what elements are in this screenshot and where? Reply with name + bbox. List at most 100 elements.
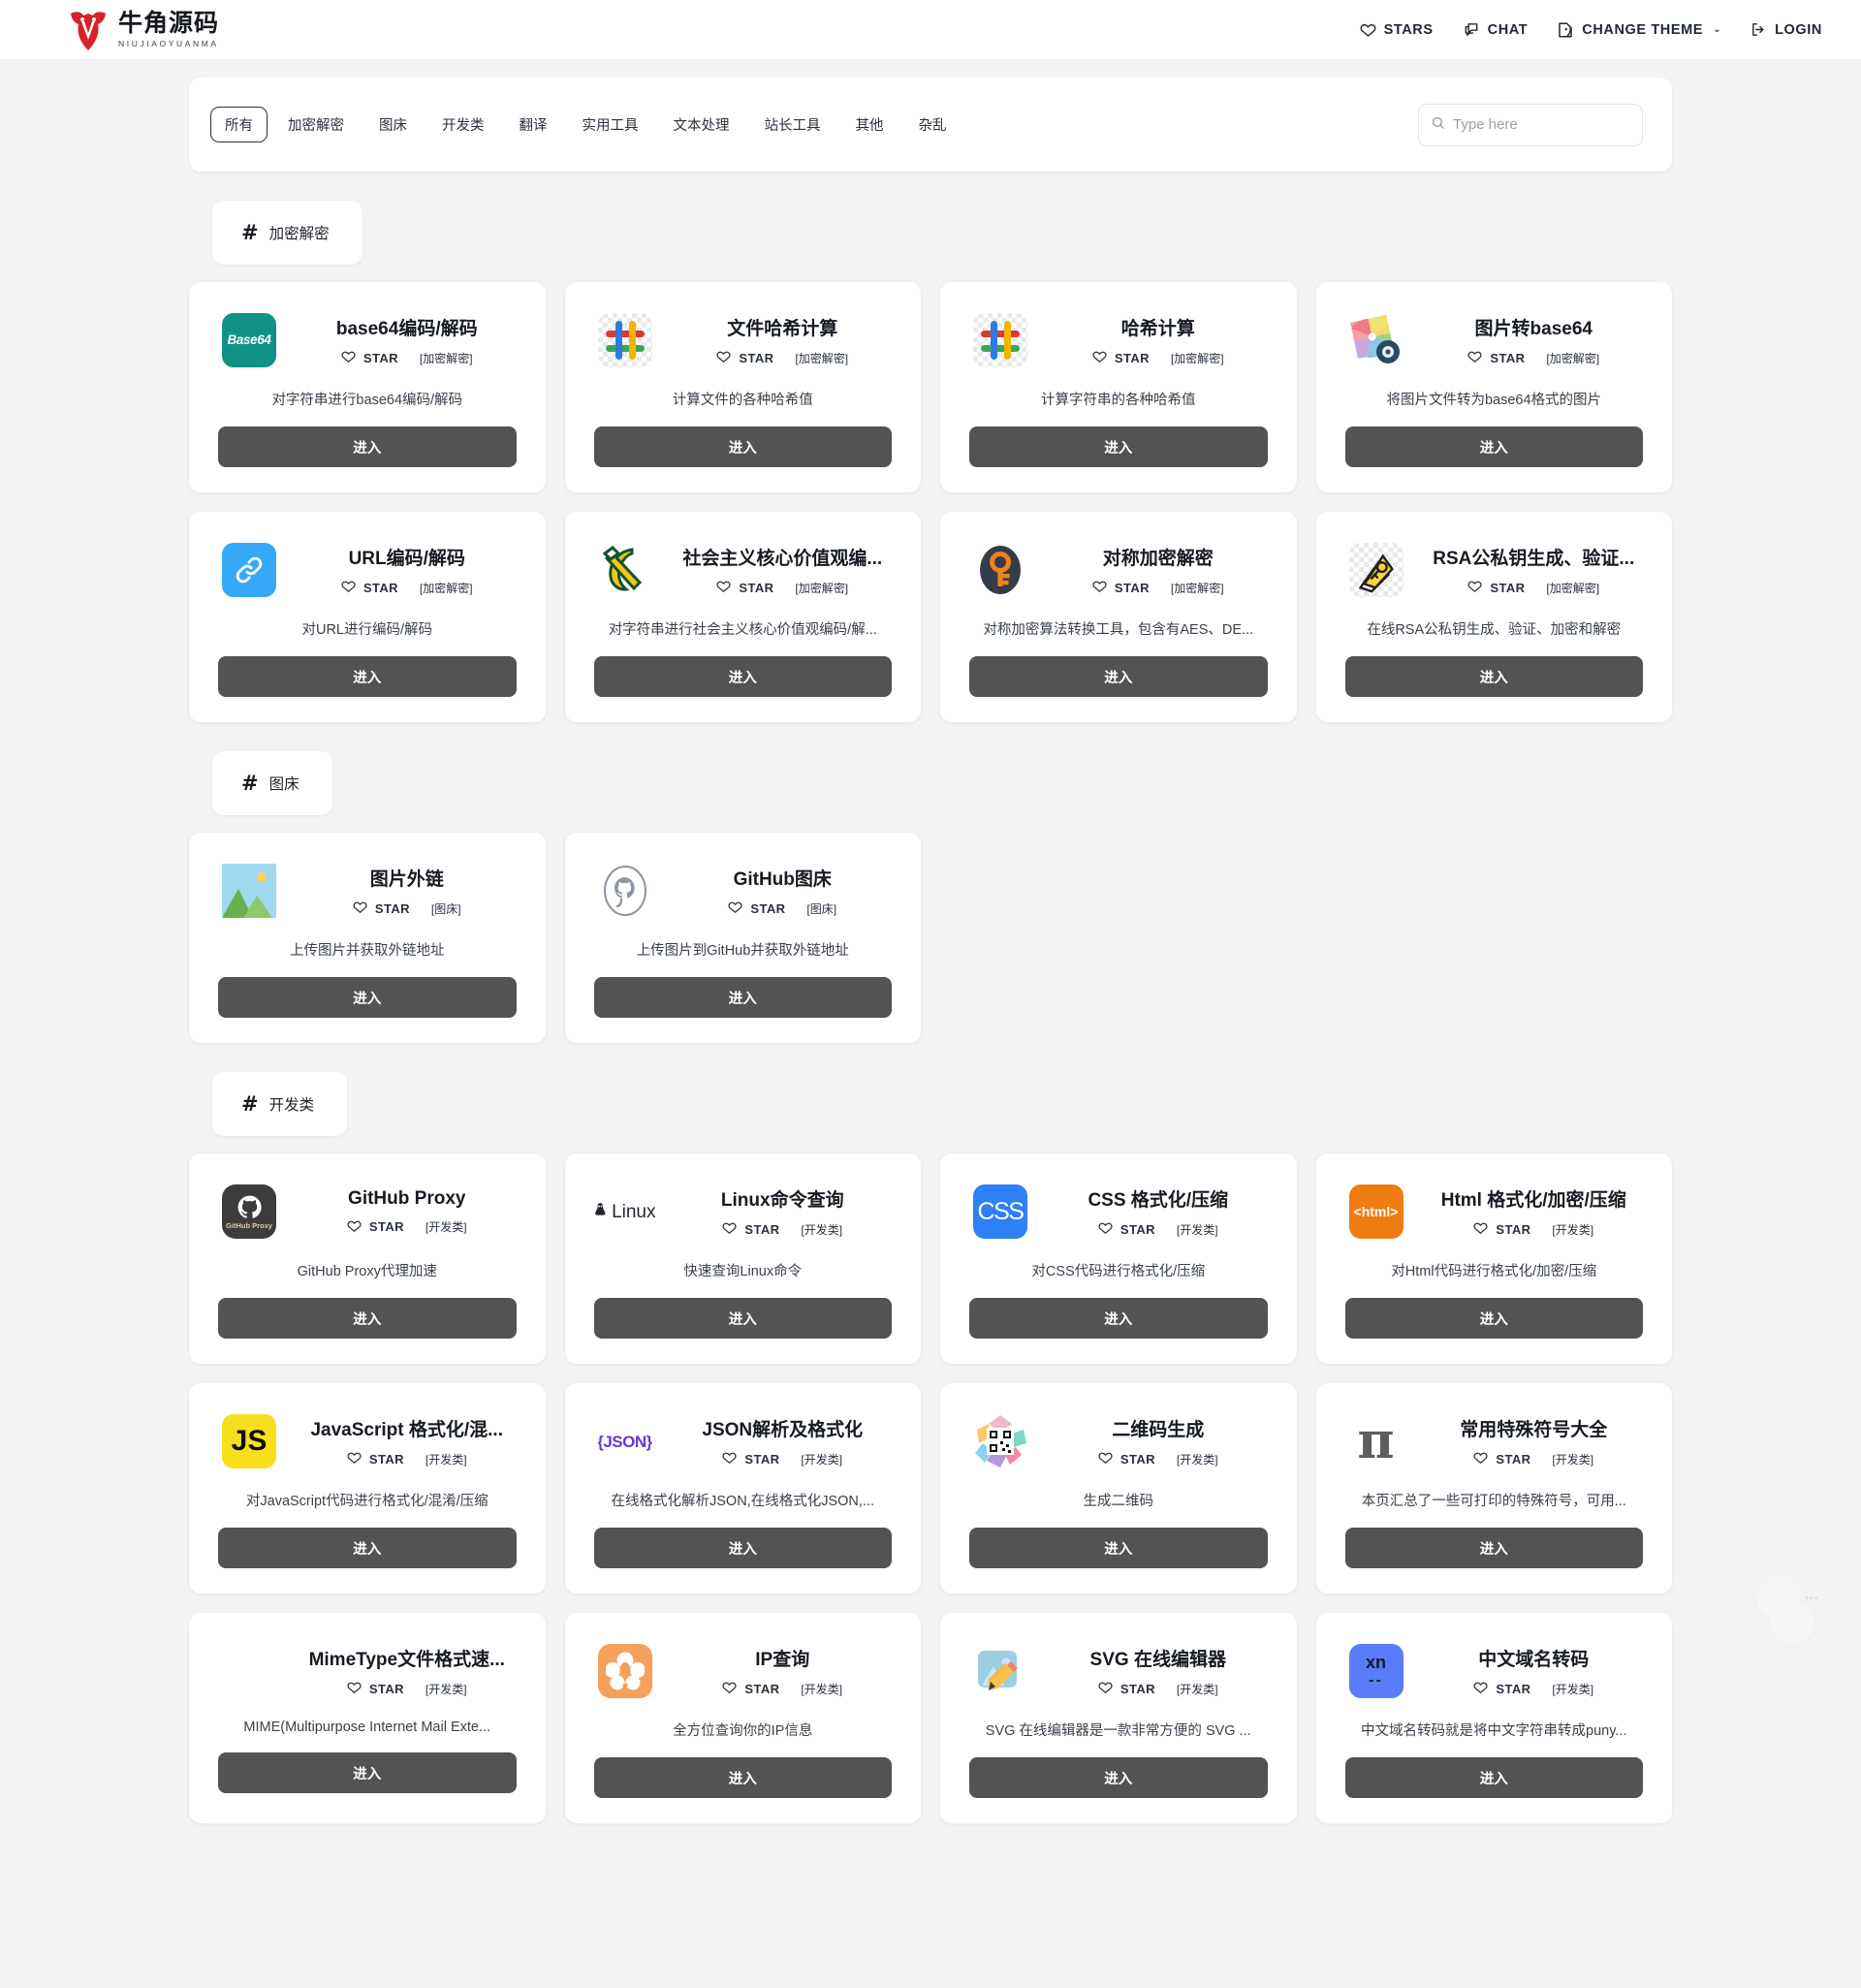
enter-button[interactable]: 进入 <box>969 1298 1268 1339</box>
star-label[interactable]: STAR <box>369 1219 404 1234</box>
star-label[interactable]: STAR <box>1115 351 1150 365</box>
tool-card[interactable]: 文件哈希计算 STAR [加密解密] 计算文件的各种哈希值 进入 <box>564 282 921 492</box>
enter-button[interactable]: 进入 <box>218 426 517 467</box>
tool-card[interactable]: GitHub图床 STAR [图床] 上传图片到GitHub并获取外链地址 进入 <box>564 833 921 1043</box>
heart-outline-icon[interactable] <box>1473 1680 1488 1697</box>
category-tab-6[interactable]: 文本处理 <box>659 107 744 142</box>
star-label[interactable]: STAR <box>1496 1222 1530 1237</box>
tool-card[interactable]: xn -- 中文域名转码 STAR [开发类] 中文域名转码就是将中文字符串转成puny.… <box>1315 1613 1672 1823</box>
category-tab-1[interactable]: 加密解密 <box>273 107 359 142</box>
star-label[interactable]: STAR <box>1490 351 1525 365</box>
tool-card[interactable]: 二维码生成 STAR [开发类] 生成二维码 进入 <box>940 1383 1297 1594</box>
enter-button[interactable]: 进入 <box>593 426 892 467</box>
heart-outline-icon[interactable] <box>1473 1450 1488 1467</box>
tool-card[interactable]: CSS CSS 格式化/压缩 STAR [开发类] 对CSS代码进行格式化/压缩 进入 <box>940 1153 1297 1364</box>
tool-card[interactable]: Base64 base64编码/解码 STAR [加密解密] 对字符串进行base64编… <box>189 282 546 492</box>
heart-outline-icon[interactable] <box>722 1680 737 1697</box>
enter-button[interactable]: 进入 <box>593 1757 892 1798</box>
star-label[interactable]: STAR <box>1120 1682 1155 1696</box>
category-tab-4[interactable]: 翻译 <box>505 107 562 142</box>
brand-logo[interactable]: 牛角源码 NIUJIAOYUANMA <box>68 8 219 52</box>
tool-card[interactable]: 对称加密解密 STAR [加密解密] 对称加密算法转换工具，包含有AES、DE... 进… <box>940 512 1297 722</box>
heart-outline-icon[interactable] <box>1467 349 1482 366</box>
floating-assistant-widget[interactable]: ••• <box>1756 1560 1840 1645</box>
enter-button[interactable]: 进入 <box>1344 1757 1643 1798</box>
heart-outline-icon[interactable] <box>341 579 356 596</box>
tool-card[interactable]: GitHub Proxy GitHub Proxy STAR [开发类] GitHub … <box>189 1153 546 1364</box>
heart-outline-icon[interactable] <box>722 1450 737 1467</box>
tool-card[interactable]: URL编码/解码 STAR [加密解密] 对URL进行编码/解码 进入 <box>189 512 546 722</box>
search-input[interactable] <box>1453 104 1630 145</box>
heart-outline-icon[interactable] <box>1473 1220 1488 1238</box>
heart-outline-icon[interactable] <box>1098 1680 1113 1697</box>
star-label[interactable]: STAR <box>363 581 398 595</box>
enter-button[interactable]: 进入 <box>218 1528 517 1568</box>
star-label[interactable]: STAR <box>375 901 410 916</box>
enter-button[interactable]: 进入 <box>218 656 517 697</box>
star-label[interactable]: STAR <box>744 1682 779 1696</box>
tool-card[interactable]: MimeType文件格式速... STAR [开发类] MIME(Multipurpo… <box>189 1613 546 1823</box>
enter-button[interactable]: 进入 <box>1344 426 1643 467</box>
heart-outline-icon[interactable] <box>1098 1450 1113 1467</box>
category-tab-2[interactable]: 图床 <box>364 107 422 142</box>
heart-outline-icon[interactable] <box>347 1218 362 1236</box>
enter-button[interactable]: 进入 <box>1344 1528 1643 1568</box>
category-tab-7[interactable]: 站长工具 <box>750 107 836 142</box>
category-tab-8[interactable]: 其他 <box>841 107 899 142</box>
tool-card[interactable]: {JSON} JSON解析及格式化 STAR [开发类] 在线格式化解析JSON,在线格… <box>564 1383 921 1594</box>
tool-card[interactable]: 图片转base64 STAR [加密解密] 将图片文件转为base64格式的图片 进入 <box>1315 282 1672 492</box>
heart-outline-icon[interactable] <box>353 899 367 917</box>
star-label[interactable]: STAR <box>1496 1452 1530 1467</box>
tool-card[interactable]: RSA公私钥生成、验证... STAR [加密解密] 在线RSA公私钥生成、验证、加密… <box>1315 512 1672 722</box>
star-label[interactable]: STAR <box>744 1222 779 1237</box>
tool-card[interactable]: Linux Linux命令查询 STAR [开发类] 快速查询Linux命令 进入 <box>564 1153 921 1364</box>
enter-button[interactable]: 进入 <box>593 656 892 697</box>
enter-button[interactable]: 进入 <box>593 1528 892 1568</box>
star-label[interactable]: STAR <box>369 1682 404 1696</box>
category-tab-0[interactable]: 所有 <box>210 107 268 142</box>
enter-button[interactable]: 进入 <box>593 977 892 1018</box>
category-tab-3[interactable]: 开发类 <box>427 107 499 142</box>
heart-outline-icon[interactable] <box>728 899 742 917</box>
heart-outline-icon[interactable] <box>1092 349 1107 366</box>
star-label[interactable]: STAR <box>744 1452 779 1467</box>
star-label[interactable]: STAR <box>1120 1222 1155 1237</box>
heart-outline-icon[interactable] <box>1092 579 1107 596</box>
nav-login-button[interactable]: LOGIN <box>1751 21 1822 38</box>
enter-button[interactable]: 进入 <box>969 656 1268 697</box>
enter-button[interactable]: 进入 <box>218 1752 517 1793</box>
star-label[interactable]: STAR <box>369 1452 404 1467</box>
category-tab-9[interactable]: 杂乱 <box>904 107 962 142</box>
star-label[interactable]: STAR <box>1490 581 1525 595</box>
enter-button[interactable]: 进入 <box>1344 1298 1643 1339</box>
enter-button[interactable]: 进入 <box>969 1528 1268 1568</box>
star-label[interactable]: STAR <box>1496 1682 1530 1696</box>
star-label[interactable]: STAR <box>739 581 773 595</box>
star-label[interactable]: STAR <box>739 351 773 365</box>
enter-button[interactable]: 进入 <box>1344 656 1643 697</box>
tool-card[interactable]: 哈希计算 STAR [加密解密] 计算字符串的各种哈希值 进入 <box>940 282 1297 492</box>
category-tab-5[interactable]: 实用工具 <box>568 107 653 142</box>
enter-button[interactable]: 进入 <box>969 426 1268 467</box>
nav-chat-button[interactable]: CHAT <box>1463 21 1529 38</box>
tool-card[interactable]: 社会主义核心价值观编... STAR [加密解密] 对字符串进行社会主义核心价值观编码… <box>564 512 921 722</box>
enter-button[interactable]: 进入 <box>593 1298 892 1339</box>
enter-button[interactable]: 进入 <box>969 1757 1268 1798</box>
tool-card[interactable]: 图片外链 STAR [图床] 上传图片并获取外链地址 进入 <box>189 833 546 1043</box>
heart-outline-icon[interactable] <box>716 579 731 596</box>
heart-outline-icon[interactable] <box>347 1680 362 1697</box>
star-label[interactable]: STAR <box>1115 581 1150 595</box>
heart-outline-icon[interactable] <box>722 1220 737 1238</box>
enter-button[interactable]: 进入 <box>218 1298 517 1339</box>
star-label[interactable]: STAR <box>363 351 398 365</box>
heart-outline-icon[interactable] <box>1098 1220 1113 1238</box>
search-box[interactable] <box>1418 103 1643 146</box>
star-label[interactable]: STAR <box>1120 1452 1155 1467</box>
heart-outline-icon[interactable] <box>716 349 731 366</box>
heart-outline-icon[interactable] <box>347 1450 362 1467</box>
heart-outline-icon[interactable] <box>341 349 356 366</box>
nav-change-theme-button[interactable]: CHANGE THEME ⌄ <box>1557 21 1721 39</box>
tool-card[interactable]: IP IP查询 STAR [开发类] 全方位查询你的IP信息 进入 <box>564 1613 921 1823</box>
nav-stars-button[interactable]: STARS <box>1360 21 1434 38</box>
tool-card[interactable]: JS JavaScript 格式化/混... STAR [开发类] 对JavaScrip… <box>189 1383 546 1594</box>
